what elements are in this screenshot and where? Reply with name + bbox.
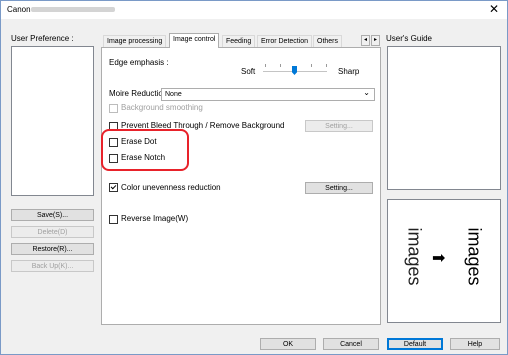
users-guide-pane [387, 46, 501, 190]
tab-others[interactable]: Others [313, 35, 343, 47]
slider-tick [326, 64, 327, 67]
cancel-button[interactable]: Cancel [323, 338, 379, 350]
color-unevenness-checkbox[interactable] [109, 183, 118, 192]
restore-button[interactable]: Restore(R)... [11, 243, 94, 255]
tab-feeding[interactable]: Feeding [222, 35, 256, 47]
preview-image: images ➡ images [387, 199, 501, 323]
arrow-right-icon: ➡ [432, 250, 446, 267]
tab-scroll-right-icon[interactable]: ▸ [371, 35, 380, 46]
reverse-image-label: Reverse Image(W) [121, 214, 189, 223]
backup-button: Back Up(K)... [11, 260, 94, 272]
background-smoothing-label: Background smoothing [121, 103, 203, 112]
tab-scroll-left-icon[interactable]: ◂ [361, 35, 370, 46]
tab-error-detection[interactable]: Error Detection [257, 35, 313, 47]
tab-image-control[interactable]: Image control [169, 33, 220, 48]
delete-button: Delete(D) [11, 226, 94, 238]
user-preference-list[interactable] [11, 46, 94, 196]
moire-reduction-select[interactable]: None ⌄ [161, 88, 375, 101]
tab-image-processing[interactable]: Image processing [103, 35, 167, 47]
default-button[interactable]: Default [387, 338, 443, 350]
window-title: Canon [7, 5, 31, 14]
slider-tick [280, 64, 281, 67]
edge-emphasis-label: Edge emphasis : [109, 58, 169, 67]
users-guide-label: User's Guide [386, 34, 432, 43]
chevron-down-icon: ⌄ [363, 88, 370, 97]
preview-text-left: images [404, 227, 425, 286]
slider-tick [265, 64, 266, 67]
redacted-model-name [31, 7, 115, 12]
reverse-image-checkbox[interactable] [109, 215, 118, 224]
bleed-setting-button: Setting... [305, 120, 373, 132]
ok-button[interactable]: OK [260, 338, 316, 350]
slider-tick [311, 64, 312, 67]
edge-sharp-label: Sharp [338, 67, 360, 76]
edge-soft-label: Soft [241, 67, 256, 76]
close-icon[interactable]: ✕ [489, 2, 499, 16]
settings-dialog: Canon ✕ User Preference : Save(S)... Del… [0, 0, 508, 355]
color-setting-button[interactable]: Setting... [305, 182, 373, 194]
color-unevenness-label: Color unevenness reduction [121, 183, 221, 192]
moire-reduction-value: None [165, 91, 182, 98]
background-smoothing-checkbox [109, 104, 118, 113]
title-bar: Canon ✕ [1, 1, 507, 19]
highlight-annotation [101, 129, 189, 171]
user-preference-label: User Preference : [11, 34, 74, 43]
help-button[interactable]: Help [450, 338, 500, 350]
save-button[interactable]: Save(S)... [11, 209, 94, 221]
preview-text-right: images [464, 227, 485, 286]
